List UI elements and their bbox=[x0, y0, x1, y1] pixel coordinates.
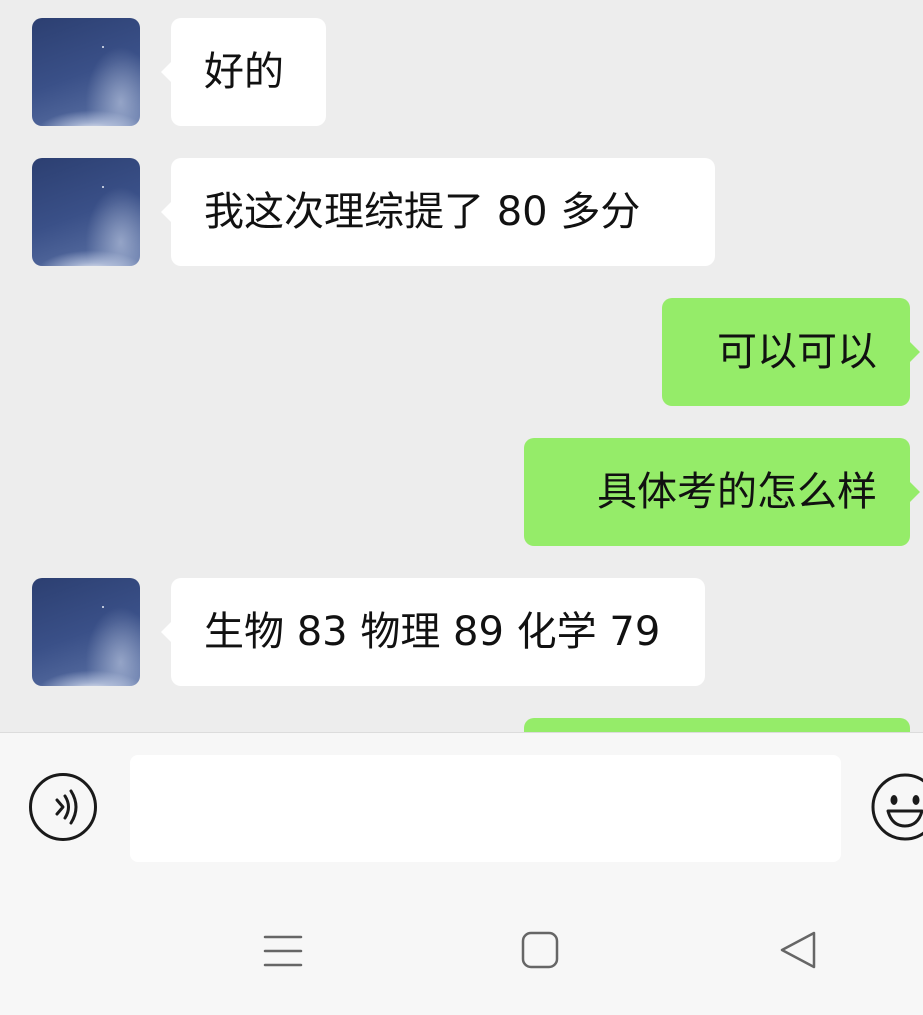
message-bubble-outgoing[interactable]: 可以可以 bbox=[662, 298, 920, 406]
message-bubble-outgoing[interactable] bbox=[524, 718, 910, 732]
message-bubble-outgoing[interactable]: 具体考的怎么样 bbox=[524, 438, 920, 546]
menu-icon[interactable] bbox=[257, 925, 307, 975]
contact-avatar[interactable] bbox=[32, 158, 140, 266]
contact-avatar[interactable] bbox=[32, 18, 140, 126]
message-bubble-incoming[interactable]: 好的 bbox=[161, 18, 326, 126]
message-bubble-incoming[interactable]: 生物 83 物理 89 化学 79 bbox=[161, 578, 705, 686]
emoji-icon[interactable] bbox=[871, 773, 923, 841]
message-bubble-incoming[interactable]: 我这次理综提了 80 多分 bbox=[161, 158, 715, 266]
message-input[interactable] bbox=[130, 755, 841, 862]
chat-message-list[interactable]: 好的 我这次理综提了 80 多分 可以可以 具体考的怎么样 生物 83 物理 8… bbox=[0, 0, 923, 732]
voice-icon[interactable] bbox=[29, 773, 97, 841]
home-icon[interactable] bbox=[515, 925, 565, 975]
system-navigation-bar bbox=[0, 882, 923, 1015]
contact-avatar[interactable] bbox=[32, 578, 140, 686]
input-toolbar bbox=[0, 732, 923, 883]
back-icon[interactable] bbox=[776, 925, 826, 975]
